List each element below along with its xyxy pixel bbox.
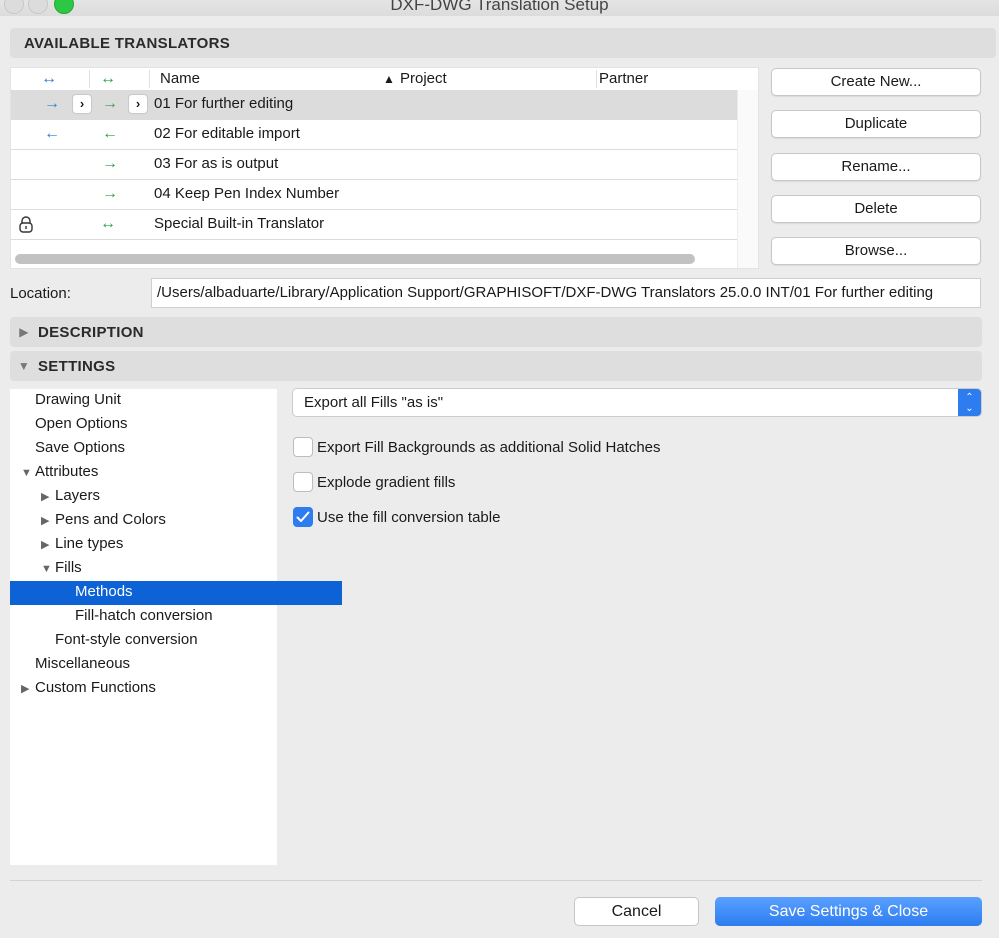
tree-item-custom-functions[interactable]: ▶ Custom Functions <box>10 677 288 701</box>
tree-item-attributes[interactable]: ▼ Attributes <box>10 461 288 485</box>
column-partner[interactable]: Partner <box>599 70 648 87</box>
open-save-column-icon[interactable]: ↔ <box>100 70 116 88</box>
checkmark-icon <box>296 511 310 522</box>
translator-name: 01 For further editing <box>154 95 294 112</box>
duplicate-button[interactable]: Duplicate <box>771 110 981 138</box>
tree-item-save-options[interactable]: Save Options <box>10 437 302 461</box>
table-row[interactable]: → › → › 01 For further editing <box>11 90 738 120</box>
column-separator <box>596 70 597 88</box>
column-project[interactable]: Project <box>400 70 447 87</box>
tree-item-fill-hatch-conversion[interactable]: Fill-hatch conversion <box>10 605 342 629</box>
translator-name: Special Built-in Translator <box>154 215 325 232</box>
sort-ascending-icon[interactable]: ▲ <box>383 72 395 86</box>
description-label: DESCRIPTION <box>38 323 144 341</box>
rename-button[interactable]: Rename... <box>771 153 981 181</box>
delete-button[interactable]: Delete <box>771 195 981 223</box>
fill-export-select-value: Export all Fills "as is" <box>304 394 444 411</box>
disclosure-down-icon[interactable]: ▼ <box>41 558 55 580</box>
location-field[interactable]: /Users/albaduarte/Library/Application Su… <box>151 278 981 308</box>
horizontal-scrollbar[interactable] <box>15 254 695 264</box>
chevron-right-icon[interactable]: › <box>72 94 92 114</box>
translator-name: 02 For editable import <box>154 125 300 142</box>
table-header: ↔ ↔ Name ▲ Project Partner <box>11 68 758 91</box>
tree-item-miscellaneous[interactable]: Miscellaneous <box>10 653 302 677</box>
disclosure-right-icon[interactable]: ▶ <box>10 325 38 339</box>
open-arrow-icon: → <box>102 155 118 172</box>
open-arrow-icon: → <box>102 185 118 202</box>
tree-item-layers[interactable]: ▶ Layers <box>10 485 308 509</box>
disclosure-right-icon[interactable]: ▶ <box>41 534 55 556</box>
checkbox[interactable] <box>293 437 313 457</box>
option-fill-backgrounds[interactable]: Export Fill Backgrounds as additional So… <box>293 436 661 458</box>
available-translators-header: AVAILABLE TRANSLATORS <box>10 28 996 58</box>
column-separator <box>149 70 150 88</box>
translator-name: 03 For as is output <box>154 155 279 172</box>
tree-item-methods[interactable]: Methods <box>10 581 342 605</box>
save-settings-close-button[interactable]: Save Settings & Close <box>715 897 982 926</box>
tree-item-line-types[interactable]: ▶ Line types <box>10 533 308 557</box>
tree-item-fills[interactable]: ▼ Fills <box>10 557 308 581</box>
import-arrow-icon: ← <box>44 125 60 142</box>
browse-button[interactable]: Browse... <box>771 237 981 265</box>
settings-header[interactable]: ▼ SETTINGS <box>10 351 982 381</box>
settings-tree[interactable]: Drawing Unit Open Options Save Options ▼… <box>10 389 342 865</box>
disclosure-right-icon[interactable]: ▶ <box>41 510 55 532</box>
translators-table[interactable]: ↔ ↔ Name ▲ Project Partner → › → › 01 Fo… <box>10 67 759 269</box>
checkbox[interactable] <box>293 472 313 492</box>
option-label: Export Fill Backgrounds as additional So… <box>317 438 661 456</box>
description-header[interactable]: ▶ DESCRIPTION <box>10 317 982 347</box>
location-label: Location: <box>10 285 71 302</box>
available-translators-label: AVAILABLE TRANSLATORS <box>24 34 231 52</box>
settings-label: SETTINGS <box>38 357 116 375</box>
option-explode-gradient[interactable]: Explode gradient fills <box>293 471 455 493</box>
import-export-column-icon[interactable]: ↔ <box>41 70 57 88</box>
option-label: Use the fill conversion table <box>317 508 501 526</box>
vertical-scrollbar[interactable] <box>737 90 758 268</box>
tree-item-label: Attributes <box>35 463 99 480</box>
table-row[interactable]: ↔ Special Built-in Translator <box>11 210 738 240</box>
tree-item-label: Pens and Colors <box>55 511 166 528</box>
title-bar: DXF-DWG Translation Setup <box>0 0 999 16</box>
tree-item-label: Custom Functions <box>35 679 156 696</box>
tree-item-drawing-unit[interactable]: Drawing Unit <box>10 389 302 413</box>
cancel-button[interactable]: Cancel <box>574 897 699 926</box>
option-label: Explode gradient fills <box>317 473 456 491</box>
column-name[interactable]: Name <box>160 70 200 87</box>
checkbox-checked[interactable] <box>293 507 313 527</box>
disclosure-right-icon[interactable]: ▶ <box>41 486 55 508</box>
create-new-button[interactable]: Create New... <box>771 68 981 96</box>
option-fill-conversion-table[interactable]: Use the fill conversion table <box>293 506 500 528</box>
disclosure-down-icon[interactable]: ▼ <box>10 359 38 373</box>
footer-divider <box>10 880 982 881</box>
disclosure-right-icon[interactable]: ▶ <box>21 678 35 700</box>
lock-icon <box>19 216 33 237</box>
open-arrow-icon: ← <box>102 125 118 142</box>
tree-item-label: Layers <box>55 487 101 504</box>
tree-item-label: Line types <box>55 535 124 552</box>
table-row[interactable]: → 03 For as is output <box>11 150 738 180</box>
column-separator <box>89 70 90 88</box>
disclosure-down-icon[interactable]: ▼ <box>21 462 35 484</box>
select-stepper-icon[interactable]: ⌃ ⌄ <box>958 389 981 416</box>
translator-name: 04 Keep Pen Index Number <box>154 185 340 202</box>
tree-item-font-style-conversion[interactable]: Font-style conversion <box>10 629 322 653</box>
tree-item-pens-and-colors[interactable]: ▶ Pens and Colors <box>10 509 308 533</box>
window-title: DXF-DWG Translation Setup <box>390 0 609 14</box>
open-save-arrow-icon: ↔ <box>100 215 116 232</box>
tree-item-open-options[interactable]: Open Options <box>10 413 302 437</box>
fill-export-select[interactable]: Export all Fills "as is" ⌃ ⌄ <box>292 388 982 417</box>
tree-item-label: Fills <box>55 559 82 576</box>
table-row[interactable]: ← ← 02 For editable import <box>11 120 738 150</box>
chevron-right-icon[interactable]: › <box>128 94 148 114</box>
import-arrow-icon: → <box>44 95 60 112</box>
open-arrow-icon: → <box>102 95 118 112</box>
table-row[interactable]: → 04 Keep Pen Index Number <box>11 180 738 210</box>
